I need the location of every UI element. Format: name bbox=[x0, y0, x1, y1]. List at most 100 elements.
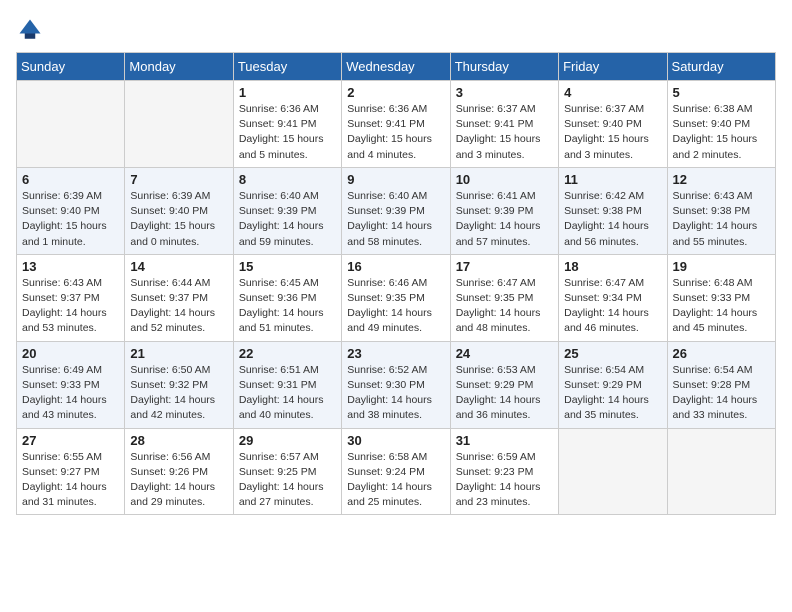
calendar-week-row: 1 Sunrise: 6:36 AM Sunset: 9:41 PM Daylig… bbox=[17, 81, 776, 168]
day-number: 25 bbox=[564, 346, 661, 361]
day-number: 7 bbox=[130, 172, 227, 187]
weekday-header: Tuesday bbox=[233, 53, 341, 81]
day-number: 11 bbox=[564, 172, 661, 187]
day-info: Sunrise: 6:44 AM Sunset: 9:37 PM Dayligh… bbox=[130, 276, 227, 337]
day-number: 28 bbox=[130, 433, 227, 448]
day-number: 3 bbox=[456, 85, 553, 100]
calendar-cell: 20 Sunrise: 6:49 AM Sunset: 9:33 PM Dayli… bbox=[17, 341, 125, 428]
day-info: Sunrise: 6:55 AM Sunset: 9:27 PM Dayligh… bbox=[22, 450, 119, 511]
calendar-cell: 15 Sunrise: 6:45 AM Sunset: 9:36 PM Dayli… bbox=[233, 254, 341, 341]
day-info: Sunrise: 6:36 AM Sunset: 9:41 PM Dayligh… bbox=[239, 102, 336, 163]
calendar-cell: 9Sunrise: 6:40 AM Sunset: 9:39 PM Daylig… bbox=[342, 167, 450, 254]
day-info: Sunrise: 6:51 AM Sunset: 9:31 PM Dayligh… bbox=[239, 363, 336, 424]
weekday-header: Thursday bbox=[450, 53, 558, 81]
day-info: Sunrise: 6:47 AM Sunset: 9:35 PM Dayligh… bbox=[456, 276, 553, 337]
calendar-cell: 29 Sunrise: 6:57 AM Sunset: 9:25 PM Dayli… bbox=[233, 428, 341, 515]
calendar-cell: 14 Sunrise: 6:44 AM Sunset: 9:37 PM Dayli… bbox=[125, 254, 233, 341]
day-info: Sunrise: 6:49 AM Sunset: 9:33 PM Dayligh… bbox=[22, 363, 119, 424]
calendar-week-row: 13 Sunrise: 6:43 AM Sunset: 9:37 PM Dayli… bbox=[17, 254, 776, 341]
day-number: 22 bbox=[239, 346, 336, 361]
calendar-cell bbox=[17, 81, 125, 168]
calendar-cell bbox=[667, 428, 775, 515]
day-number: 18 bbox=[564, 259, 661, 274]
day-info: Sunrise: 6:53 AM Sunset: 9:29 PM Dayligh… bbox=[456, 363, 553, 424]
day-number: 16 bbox=[347, 259, 444, 274]
day-number: 20 bbox=[22, 346, 119, 361]
day-number: 2 bbox=[347, 85, 444, 100]
day-number: 5 bbox=[673, 85, 770, 100]
day-number: 15 bbox=[239, 259, 336, 274]
day-info: Sunrise: 6:47 AM Sunset: 9:34 PM Dayligh… bbox=[564, 276, 661, 337]
calendar-cell: 25 Sunrise: 6:54 AM Sunset: 9:29 PM Dayli… bbox=[559, 341, 667, 428]
day-info: Sunrise: 6:46 AM Sunset: 9:35 PM Dayligh… bbox=[347, 276, 444, 337]
calendar: SundayMondayTuesdayWednesdayThursdayFrid… bbox=[16, 52, 776, 515]
logo bbox=[16, 16, 48, 44]
day-info: Sunrise: 6:40 AM Sunset: 9:39 PM Dayligh… bbox=[239, 189, 336, 250]
day-number: 14 bbox=[130, 259, 227, 274]
day-number: 23 bbox=[347, 346, 444, 361]
logo-icon bbox=[16, 16, 44, 44]
calendar-cell bbox=[125, 81, 233, 168]
weekday-header: Monday bbox=[125, 53, 233, 81]
calendar-cell: 8 Sunrise: 6:40 AM Sunset: 9:39 PM Daylig… bbox=[233, 167, 341, 254]
page-header bbox=[16, 16, 776, 44]
calendar-week-row: 6Sunrise: 6:39 AM Sunset: 9:40 PM Daylig… bbox=[17, 167, 776, 254]
day-info: Sunrise: 6:41 AM Sunset: 9:39 PM Dayligh… bbox=[456, 189, 553, 250]
weekday-header: Saturday bbox=[667, 53, 775, 81]
day-number: 21 bbox=[130, 346, 227, 361]
day-info: Sunrise: 6:56 AM Sunset: 9:26 PM Dayligh… bbox=[130, 450, 227, 511]
calendar-cell: 18 Sunrise: 6:47 AM Sunset: 9:34 PM Dayli… bbox=[559, 254, 667, 341]
calendar-cell: 2Sunrise: 6:36 AM Sunset: 9:41 PM Daylig… bbox=[342, 81, 450, 168]
day-number: 10 bbox=[456, 172, 553, 187]
day-info: Sunrise: 6:52 AM Sunset: 9:30 PM Dayligh… bbox=[347, 363, 444, 424]
day-number: 30 bbox=[347, 433, 444, 448]
day-number: 26 bbox=[673, 346, 770, 361]
day-info: Sunrise: 6:59 AM Sunset: 9:23 PM Dayligh… bbox=[456, 450, 553, 511]
day-number: 13 bbox=[22, 259, 119, 274]
day-info: Sunrise: 6:37 AM Sunset: 9:41 PM Dayligh… bbox=[456, 102, 553, 163]
day-info: Sunrise: 6:50 AM Sunset: 9:32 PM Dayligh… bbox=[130, 363, 227, 424]
calendar-cell: 28 Sunrise: 6:56 AM Sunset: 9:26 PM Dayli… bbox=[125, 428, 233, 515]
day-number: 4 bbox=[564, 85, 661, 100]
calendar-cell: 6Sunrise: 6:39 AM Sunset: 9:40 PM Daylig… bbox=[17, 167, 125, 254]
day-info: Sunrise: 6:54 AM Sunset: 9:29 PM Dayligh… bbox=[564, 363, 661, 424]
calendar-cell: 4 Sunrise: 6:37 AM Sunset: 9:40 PM Daylig… bbox=[559, 81, 667, 168]
day-number: 8 bbox=[239, 172, 336, 187]
calendar-cell: 30Sunrise: 6:58 AM Sunset: 9:24 PM Dayli… bbox=[342, 428, 450, 515]
weekday-header: Sunday bbox=[17, 53, 125, 81]
calendar-week-row: 20 Sunrise: 6:49 AM Sunset: 9:33 PM Dayli… bbox=[17, 341, 776, 428]
calendar-cell: 7 Sunrise: 6:39 AM Sunset: 9:40 PM Daylig… bbox=[125, 167, 233, 254]
day-number: 29 bbox=[239, 433, 336, 448]
day-info: Sunrise: 6:54 AM Sunset: 9:28 PM Dayligh… bbox=[673, 363, 770, 424]
day-number: 24 bbox=[456, 346, 553, 361]
calendar-cell: 10 Sunrise: 6:41 AM Sunset: 9:39 PM Dayli… bbox=[450, 167, 558, 254]
calendar-cell: 23 Sunrise: 6:52 AM Sunset: 9:30 PM Dayli… bbox=[342, 341, 450, 428]
day-info: Sunrise: 6:57 AM Sunset: 9:25 PM Dayligh… bbox=[239, 450, 336, 511]
calendar-cell: 12 Sunrise: 6:43 AM Sunset: 9:38 PM Dayli… bbox=[667, 167, 775, 254]
day-info: Sunrise: 6:39 AM Sunset: 9:40 PM Dayligh… bbox=[130, 189, 227, 250]
calendar-cell: 13 Sunrise: 6:43 AM Sunset: 9:37 PM Dayli… bbox=[17, 254, 125, 341]
calendar-cell: 21 Sunrise: 6:50 AM Sunset: 9:32 PM Dayli… bbox=[125, 341, 233, 428]
calendar-cell: 27Sunrise: 6:55 AM Sunset: 9:27 PM Dayli… bbox=[17, 428, 125, 515]
day-number: 1 bbox=[239, 85, 336, 100]
calendar-cell: 3 Sunrise: 6:37 AM Sunset: 9:41 PM Daylig… bbox=[450, 81, 558, 168]
day-info: Sunrise: 6:43 AM Sunset: 9:38 PM Dayligh… bbox=[673, 189, 770, 250]
weekday-header: Wednesday bbox=[342, 53, 450, 81]
calendar-cell: 16 Sunrise: 6:46 AM Sunset: 9:35 PM Dayli… bbox=[342, 254, 450, 341]
calendar-cell: 5 Sunrise: 6:38 AM Sunset: 9:40 PM Daylig… bbox=[667, 81, 775, 168]
calendar-week-row: 27Sunrise: 6:55 AM Sunset: 9:27 PM Dayli… bbox=[17, 428, 776, 515]
day-info: Sunrise: 6:40 AM Sunset: 9:39 PM Dayligh… bbox=[347, 189, 444, 250]
day-info: Sunrise: 6:42 AM Sunset: 9:38 PM Dayligh… bbox=[564, 189, 661, 250]
calendar-cell: 19Sunrise: 6:48 AM Sunset: 9:33 PM Dayli… bbox=[667, 254, 775, 341]
day-number: 19 bbox=[673, 259, 770, 274]
day-number: 12 bbox=[673, 172, 770, 187]
day-info: Sunrise: 6:45 AM Sunset: 9:36 PM Dayligh… bbox=[239, 276, 336, 337]
day-info: Sunrise: 6:37 AM Sunset: 9:40 PM Dayligh… bbox=[564, 102, 661, 163]
calendar-cell: 24 Sunrise: 6:53 AM Sunset: 9:29 PM Dayli… bbox=[450, 341, 558, 428]
calendar-cell: 1 Sunrise: 6:36 AM Sunset: 9:41 PM Daylig… bbox=[233, 81, 341, 168]
calendar-cell: 31Sunrise: 6:59 AM Sunset: 9:23 PM Dayli… bbox=[450, 428, 558, 515]
day-number: 17 bbox=[456, 259, 553, 274]
day-info: Sunrise: 6:43 AM Sunset: 9:37 PM Dayligh… bbox=[22, 276, 119, 337]
day-info: Sunrise: 6:38 AM Sunset: 9:40 PM Dayligh… bbox=[673, 102, 770, 163]
calendar-cell: 26 Sunrise: 6:54 AM Sunset: 9:28 PM Dayli… bbox=[667, 341, 775, 428]
